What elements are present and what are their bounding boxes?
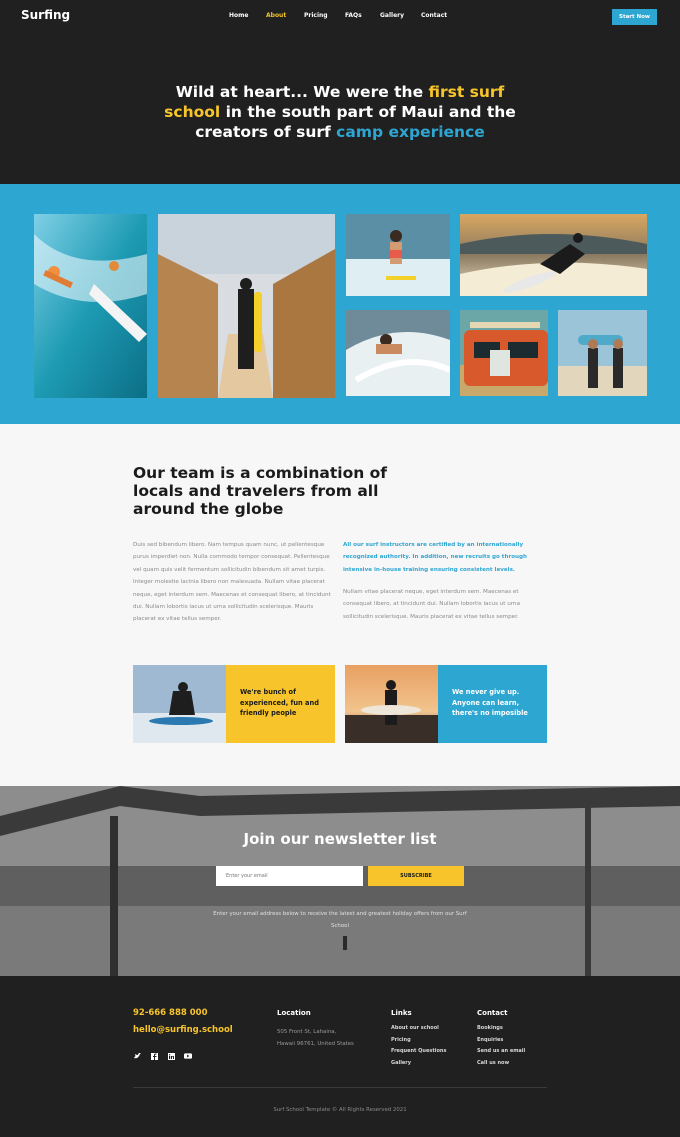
newsletter-title: Join our newsletter list bbox=[243, 830, 437, 848]
footer-link-about[interactable]: About our school bbox=[391, 1025, 439, 1031]
gallery-photo-aerial-surfers[interactable] bbox=[34, 214, 147, 398]
hero-highlight-2: camp experience bbox=[336, 123, 485, 141]
footer-link-gallery[interactable]: Gallery bbox=[391, 1060, 411, 1066]
newsletter-section: Join our newsletter list SUBSCRIBE Enter… bbox=[0, 786, 680, 976]
footer-divider bbox=[133, 1087, 547, 1088]
footer-contact-enquiries[interactable]: Enquiries bbox=[477, 1037, 503, 1043]
linkedin-icon[interactable] bbox=[167, 1052, 175, 1060]
footer-address-line2: Hawaii 96761, United States bbox=[277, 1041, 354, 1047]
footer-contact-email[interactable]: Send us an email bbox=[477, 1048, 525, 1054]
team-section: Our team is a combination of locals and … bbox=[0, 424, 680, 786]
footer-copyright: Surf School Template © All Rights Reserv… bbox=[273, 1107, 407, 1113]
feature-card-people: We're bunch of experienced, fun and frie… bbox=[133, 665, 335, 743]
hero-title: Wild at heart... We were the first surf … bbox=[150, 82, 530, 142]
footer-link-pricing[interactable]: Pricing bbox=[391, 1037, 411, 1043]
footer-phone[interactable]: 92-666 888 000 bbox=[133, 1008, 208, 1018]
nav-item-contact[interactable]: Contact bbox=[421, 12, 447, 19]
team-title: Our team is a combination of locals and … bbox=[133, 464, 388, 518]
team-paragraph-right: Nullam vitae placerat neque, eget interd… bbox=[343, 589, 521, 620]
team-paragraph-left: Duis sed bibendum libero. Nam tempus qua… bbox=[133, 542, 331, 623]
gallery-photo-woman-surfing[interactable] bbox=[346, 214, 450, 296]
gallery-photo-surfers-beach[interactable] bbox=[558, 310, 647, 396]
feature-card-never-give-up: We never give up. Anyone can learn, ther… bbox=[345, 665, 547, 743]
site-footer: 92-666 888 000 hello@surfing.school Loca… bbox=[0, 976, 680, 1137]
subscribe-button[interactable]: SUBSCRIBE bbox=[368, 866, 464, 886]
footer-location-title: Location bbox=[277, 1009, 311, 1017]
footer-contact-call[interactable]: Call us now bbox=[477, 1060, 509, 1066]
footer-contact-title: Contact bbox=[477, 1009, 508, 1017]
footer-contact-bookings[interactable]: Bookings bbox=[477, 1025, 503, 1031]
footer-email[interactable]: hello@surfing.school bbox=[133, 1025, 233, 1035]
nav-item-faqs[interactable]: FAQs bbox=[345, 12, 362, 19]
card-photo-sunset-board bbox=[345, 665, 438, 743]
facebook-icon[interactable] bbox=[150, 1052, 158, 1060]
card-text-people: We're bunch of experienced, fun and frie… bbox=[226, 665, 335, 743]
nav-item-pricing[interactable]: Pricing bbox=[304, 12, 328, 19]
gallery-photo-surf-van[interactable] bbox=[460, 310, 548, 396]
nav-item-home[interactable]: Home bbox=[229, 12, 248, 19]
footer-address-line1: 505 Front St, Lahaina, bbox=[277, 1029, 337, 1035]
start-now-button[interactable]: Start Now bbox=[612, 9, 657, 25]
gallery-photo-sunset-surfer[interactable] bbox=[460, 214, 647, 296]
newsletter-email-input[interactable] bbox=[216, 866, 363, 886]
footer-links-title: Links bbox=[391, 1009, 412, 1017]
photo-gallery bbox=[0, 184, 680, 424]
team-highlight-text: All our surf instructors are certified b… bbox=[343, 542, 528, 573]
youtube-icon[interactable] bbox=[184, 1052, 192, 1060]
gallery-photo-splash-surfer[interactable] bbox=[346, 310, 450, 396]
twitter-icon[interactable] bbox=[133, 1052, 141, 1060]
nav-item-about[interactable]: About bbox=[266, 12, 286, 19]
site-header: Surfing Home About Pricing FAQs Gallery … bbox=[0, 0, 680, 184]
nav-item-gallery[interactable]: Gallery bbox=[380, 12, 404, 19]
newsletter-note: Enter your email address below to receiv… bbox=[213, 911, 467, 929]
gallery-photo-fence-path[interactable] bbox=[158, 214, 335, 398]
card-text-never-give-up: We never give up. Anyone can learn, ther… bbox=[438, 665, 547, 743]
hero-text-1: Wild at heart... We were the bbox=[175, 83, 429, 101]
card-photo-surfer-crouching bbox=[133, 665, 226, 743]
main-nav: Home About Pricing FAQs Gallery Contact bbox=[0, 12, 680, 24]
footer-link-faq[interactable]: Frequent Questions bbox=[391, 1048, 446, 1054]
